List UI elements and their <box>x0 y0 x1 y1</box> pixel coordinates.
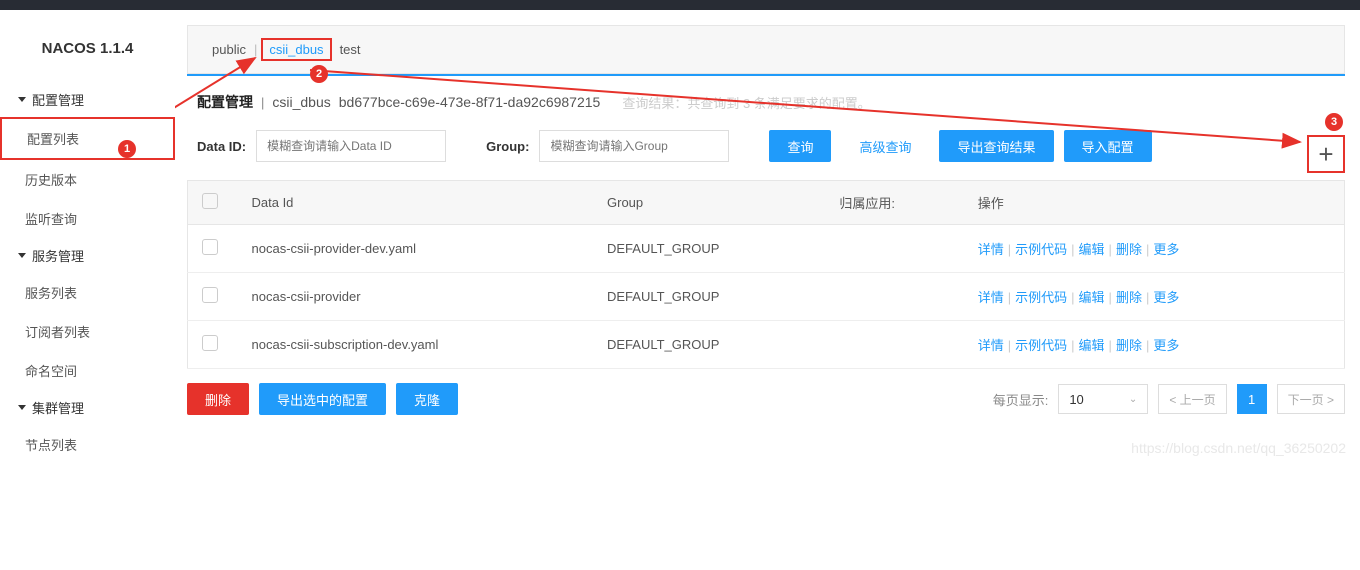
table-row: nocas-csii-subscription-dev.yamlDEFAULT_… <box>188 321 1345 369</box>
op-sample[interactable]: 示例代码 <box>1015 290 1067 305</box>
sidebar-item-listen[interactable]: 监听查询 <box>0 199 175 238</box>
tab-csii-dbus[interactable]: csii_dbus <box>261 38 331 61</box>
annotation-badge-1: 1 <box>118 140 136 158</box>
search-bar: Data ID: Group: 查询 高级查询 导出查询结果 导入配置 <box>187 122 1345 180</box>
next-page-button[interactable]: 下一页 > <box>1277 384 1345 414</box>
sidebar-item-history[interactable]: 历史版本 <box>0 160 175 199</box>
col-app: 归属应用: <box>825 181 963 225</box>
cell-app <box>825 273 963 321</box>
op-detail[interactable]: 详情 <box>978 242 1004 257</box>
op-sample[interactable]: 示例代码 <box>1015 242 1067 257</box>
row-checkbox[interactable] <box>202 335 218 351</box>
main-content: public | csii_dbus test 配置管理 | csii_dbus… <box>175 10 1360 464</box>
chevron-down-icon <box>18 405 26 410</box>
current-page[interactable]: 1 <box>1237 384 1267 414</box>
nav-group-cluster[interactable]: 集群管理 <box>0 390 175 425</box>
sidebar-item-service-list[interactable]: 服务列表 <box>0 273 175 312</box>
annotation-badge-3: 3 <box>1325 113 1343 131</box>
logo: NACOS 1.1.4 <box>0 30 175 82</box>
dataid-input[interactable] <box>256 130 446 162</box>
sidebar-item-namespace[interactable]: 命名空间 <box>0 351 175 390</box>
op-more[interactable]: 更多 <box>1153 290 1179 305</box>
add-config-button[interactable]: + <box>1307 135 1345 173</box>
annotation-badge-2: 2 <box>310 65 328 83</box>
op-detail[interactable]: 详情 <box>978 338 1004 353</box>
nav-group-service[interactable]: 服务管理 <box>0 238 175 273</box>
sidebar: NACOS 1.1.4 配置管理 配置列表 历史版本 监听查询 服务管理 服务列… <box>0 10 175 464</box>
group-label: Group: <box>486 139 529 154</box>
nav-group-config[interactable]: 配置管理 <box>0 82 175 117</box>
config-table: Data Id Group 归属应用: 操作 nocas-csii-provid… <box>187 180 1345 369</box>
cell-dataid: nocas-csii-provider-dev.yaml <box>238 225 594 273</box>
cell-app <box>825 321 963 369</box>
sidebar-item-config-list[interactable]: 配置列表 <box>0 117 175 160</box>
table-row: nocas-csii-provider-dev.yamlDEFAULT_GROU… <box>188 225 1345 273</box>
cell-ops: 详情|示例代码|编辑|删除|更多 <box>964 273 1345 321</box>
op-edit[interactable]: 编辑 <box>1079 290 1105 305</box>
cell-ops: 详情|示例代码|编辑|删除|更多 <box>964 225 1345 273</box>
breadcrumb-ns: csii_dbus <box>272 94 330 110</box>
prev-page-button[interactable]: < 上一页 <box>1158 384 1226 414</box>
op-detail[interactable]: 详情 <box>978 290 1004 305</box>
cell-group: DEFAULT_GROUP <box>593 321 825 369</box>
cell-ops: 详情|示例代码|编辑|删除|更多 <box>964 321 1345 369</box>
cell-group: DEFAULT_GROUP <box>593 225 825 273</box>
import-config-button[interactable]: 导入配置 <box>1064 130 1152 162</box>
breadcrumb: 配置管理 | csii_dbus bd677bce-c69e-473e-8f71… <box>187 76 1345 122</box>
plus-icon: + <box>1318 139 1333 170</box>
page-size-label: 每页显示: <box>993 390 1049 409</box>
chevron-down-icon: ⌄ <box>1129 394 1137 405</box>
page-size-select[interactable]: 10 ⌄ <box>1058 384 1148 414</box>
clone-button[interactable]: 克隆 <box>396 383 458 415</box>
op-delete[interactable]: 删除 <box>1116 242 1142 257</box>
advanced-query-link[interactable]: 高级查询 <box>841 130 929 162</box>
table-row: nocas-csii-providerDEFAULT_GROUP 详情|示例代码|… <box>188 273 1345 321</box>
breadcrumb-uuid: bd677bce-c69e-473e-8f71-da92c6987215 <box>339 94 601 110</box>
pagination: 每页显示: 10 ⌄ < 上一页 1 下一页 > <box>993 384 1345 414</box>
cell-dataid: nocas-csii-subscription-dev.yaml <box>238 321 594 369</box>
tab-public[interactable]: public <box>208 42 250 57</box>
sidebar-item-subscriber[interactable]: 订阅者列表 <box>0 312 175 351</box>
export-selected-button[interactable]: 导出选中的配置 <box>259 383 386 415</box>
op-edit[interactable]: 编辑 <box>1079 338 1105 353</box>
watermark: https://blog.csdn.net/qq_36250202 <box>1131 440 1346 456</box>
op-delete[interactable]: 删除 <box>1116 338 1142 353</box>
group-input[interactable] <box>539 130 729 162</box>
op-more[interactable]: 更多 <box>1153 242 1179 257</box>
cell-app <box>825 225 963 273</box>
row-checkbox[interactable] <box>202 287 218 303</box>
query-result-hint: 查询结果：共查询到 3 条满足要求的配置。 <box>622 93 870 112</box>
query-button[interactable]: 查询 <box>769 130 831 162</box>
page-title: 配置管理 <box>197 92 253 112</box>
op-sample[interactable]: 示例代码 <box>1015 338 1067 353</box>
row-checkbox[interactable] <box>202 239 218 255</box>
table-footer: 删除 导出选中的配置 克隆 每页显示: 10 ⌄ < 上一页 1 下一页 > <box>187 369 1345 429</box>
delete-button[interactable]: 删除 <box>187 383 249 415</box>
select-all-checkbox[interactable] <box>202 193 218 209</box>
col-dataid: Data Id <box>238 181 594 225</box>
op-edit[interactable]: 编辑 <box>1079 242 1105 257</box>
op-more[interactable]: 更多 <box>1153 338 1179 353</box>
cell-dataid: nocas-csii-provider <box>238 273 594 321</box>
cell-group: DEFAULT_GROUP <box>593 273 825 321</box>
col-ops: 操作 <box>964 181 1345 225</box>
export-results-button[interactable]: 导出查询结果 <box>939 130 1053 162</box>
col-group: Group <box>593 181 825 225</box>
chevron-down-icon <box>18 253 26 258</box>
sidebar-item-nodes[interactable]: 节点列表 <box>0 425 175 464</box>
namespace-tabs: public | csii_dbus test <box>187 25 1345 74</box>
chevron-down-icon <box>18 97 26 102</box>
tab-test[interactable]: test <box>336 42 365 57</box>
dataid-label: Data ID: <box>197 139 246 154</box>
op-delete[interactable]: 删除 <box>1116 290 1142 305</box>
